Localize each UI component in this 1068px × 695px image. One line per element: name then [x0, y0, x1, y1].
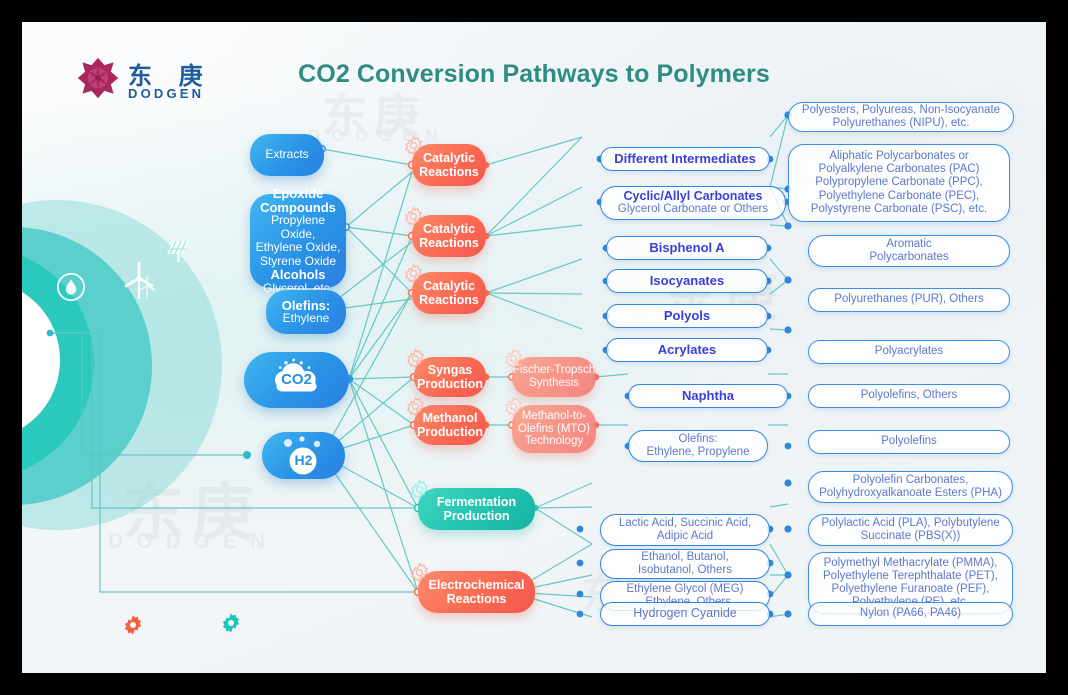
product-10-label: Polymethyl Methacrylate (PMMA), Polyethy… — [823, 556, 998, 609]
gear-icon — [404, 135, 423, 156]
subprocess-fischer-tropsch[interactable]: Fischer-Tropsch Synthesis — [504, 348, 596, 397]
epoxide-title: Epoxide Compounds — [260, 186, 336, 215]
feedstock-olefins[interactable]: Olefins: Ethylene — [266, 290, 346, 334]
product-7-label: Polyolefins — [881, 435, 937, 448]
h2-label: H2 — [294, 451, 313, 468]
fischer-tropsch-label: Fischer-Tropsch Synthesis — [512, 364, 596, 389]
product-3-label: Aromatic Polycarbonates — [869, 237, 949, 263]
process-syngas-production[interactable]: Syngas Production — [406, 348, 486, 397]
intermediate-cyclic-allyl-carbonates[interactable]: Cyclic/Allyl Carbonates Glycerol Carbona… — [600, 186, 786, 220]
product-11-label: Nylon (PA66, PA46) — [859, 607, 962, 620]
product-5-label: Polyacrylates — [874, 345, 944, 358]
intermediate-olefins-ethylene-propylene[interactable]: Olefins: Ethylene, Propylene — [628, 430, 768, 462]
feedstock-co2[interactable]: CO2 — [244, 352, 349, 408]
methanol-label: Methanol Production — [417, 411, 483, 439]
intermediate-bisphenol-a[interactable]: Bisphenol A — [606, 236, 768, 260]
product-polyolefins[interactable]: Polyolefins — [808, 430, 1010, 454]
subprocess-mto-technology[interactable]: Methanol-to- Olefins (MTO) Technology — [504, 396, 596, 453]
co2-label: CO2 — [281, 371, 312, 389]
acrylates-label: Acrylates — [657, 342, 717, 358]
alcohols-title: Alcohols — [270, 267, 326, 282]
gear-icon — [404, 263, 423, 284]
product-4-label: Polyurethanes (PUR), Others — [834, 293, 984, 306]
mto-label: Methanol-to- Olefins (MTO) Technology — [518, 409, 590, 448]
gear-icon-orange-decorative — [124, 615, 142, 635]
gear-icon — [410, 479, 429, 500]
feedstock-extracts[interactable]: Extracts — [250, 134, 324, 176]
intermediate-polyols[interactable]: Polyols — [606, 304, 768, 328]
gear-icon — [406, 396, 425, 417]
product-1-label: Polyesters, Polyureas, Non-Isocyanate Po… — [801, 103, 1001, 129]
intermediate-naphtha[interactable]: Naphtha — [628, 384, 788, 408]
feedstock-h2[interactable]: H2 — [262, 432, 345, 479]
product-8-label: Polyolefin Carbonates, Polyhydroxyalkano… — [819, 473, 1002, 499]
infographic-card: 东庚 DODGEN 东庚 DODGEN 东庚 东庚 庚 Renewable En… — [22, 22, 1046, 673]
product-aliphatic-polycarbonates[interactable]: Aliphatic Polycarbonates or Polyalkylene… — [788, 144, 1010, 222]
catalytic-2-label: Catalytic Reactions — [419, 222, 479, 250]
intermediate-acids[interactable]: Lactic Acid, Succinic Acid, Adipic Acid — [600, 514, 770, 546]
different-intermediates-label: Different Intermediates — [614, 151, 756, 167]
polyols-label: Polyols — [663, 308, 711, 324]
olefins-ethylene-propylene-label: Olefins: Ethylene, Propylene — [646, 432, 750, 458]
process-catalytic-reactions-1[interactable]: Catalytic Reactions — [404, 135, 486, 186]
product-2-label: Aliphatic Polycarbonates or Polyalkylene… — [810, 149, 988, 215]
gear-icon — [404, 206, 423, 227]
bisphenol-a-label: Bisphenol A — [649, 240, 725, 256]
product-polyacrylates[interactable]: Polyacrylates — [808, 340, 1010, 364]
gear-icon — [406, 348, 425, 369]
cyclic-carbonates-sub: Glycerol Carbonate or Others — [617, 203, 769, 215]
process-catalytic-reactions-2[interactable]: Catalytic Reactions — [404, 206, 486, 257]
gear-icon-teal-decorative — [222, 613, 240, 633]
naphtha-label: Naphtha — [682, 388, 734, 404]
intermediate-acrylates[interactable]: Acrylates — [606, 338, 768, 362]
feedstock-epoxide-compounds[interactable]: Epoxide Compounds Propylene Oxide, Ethyl… — [250, 187, 346, 294]
product-nylon[interactable]: Nylon (PA66, PA46) — [808, 602, 1013, 626]
isocyanates-label: Isocyanates — [649, 273, 725, 289]
intermediate-hydrogen-cyanide[interactable]: Hydrogen Cyanide — [600, 602, 770, 626]
product-polyolefins-others[interactable]: Polyolefins, Others — [808, 384, 1010, 408]
gear-icon — [410, 562, 429, 583]
product-6-label: Polyolefins, Others — [860, 389, 958, 402]
extracts-label: Extracts — [265, 147, 309, 162]
catalytic-3-label: Catalytic Reactions — [419, 279, 479, 307]
gear-icon — [504, 396, 523, 417]
catalytic-1-label: Catalytic Reactions — [419, 151, 479, 179]
syngas-label: Syngas Production — [417, 363, 483, 391]
intermediate-different-intermediates[interactable]: Different Intermediates — [600, 147, 770, 171]
cyclic-carbonates-title: Cyclic/Allyl Carbonates — [623, 188, 763, 203]
fermentation-label: Fermentation Production — [436, 495, 517, 523]
alcohols-others-label: Ethanol, Butanol, Isobutanol, Others — [638, 550, 732, 576]
olefins-title: Olefins: — [281, 297, 331, 313]
intermediate-alcohols[interactable]: Ethanol, Butanol, Isobutanol, Others — [600, 549, 770, 579]
epoxide-sub: Propylene Oxide, Ethylene Oxide, Styrene… — [255, 213, 341, 268]
process-fermentation-production[interactable]: Fermentation Production — [410, 479, 535, 530]
product-polyurethanes[interactable]: Polyurethanes (PUR), Others — [808, 288, 1010, 312]
olefins-sub: Ethylene — [282, 311, 330, 325]
process-catalytic-reactions-3[interactable]: Catalytic Reactions — [404, 263, 486, 314]
intermediate-isocyanates[interactable]: Isocyanates — [606, 269, 768, 293]
hydrogen-cyanide-label: Hydrogen Cyanide — [633, 605, 737, 620]
product-aromatic-polycarbonates[interactable]: Aromatic Polycarbonates — [808, 235, 1010, 267]
process-electrochemical-reactions[interactable]: Electrochemical Reactions — [410, 562, 535, 613]
product-polyesters-polyureas[interactable]: Polyesters, Polyureas, Non-Isocyanate Po… — [788, 102, 1014, 132]
product-pla-pbs[interactable]: Polylactic Acid (PLA), Polybutylene Succ… — [808, 514, 1013, 546]
process-methanol-production[interactable]: Methanol Production — [406, 396, 486, 445]
product-9-label: Polylactic Acid (PLA), Polybutylene Succ… — [821, 516, 1000, 542]
electrochemical-label: Electrochemical Reactions — [428, 578, 525, 606]
acids-label: Lactic Acid, Succinic Acid, Adipic Acid — [618, 516, 752, 542]
product-polyolefin-carbonates-pha[interactable]: Polyolefin Carbonates, Polyhydroxyalkano… — [808, 471, 1013, 503]
gear-icon — [504, 348, 523, 369]
